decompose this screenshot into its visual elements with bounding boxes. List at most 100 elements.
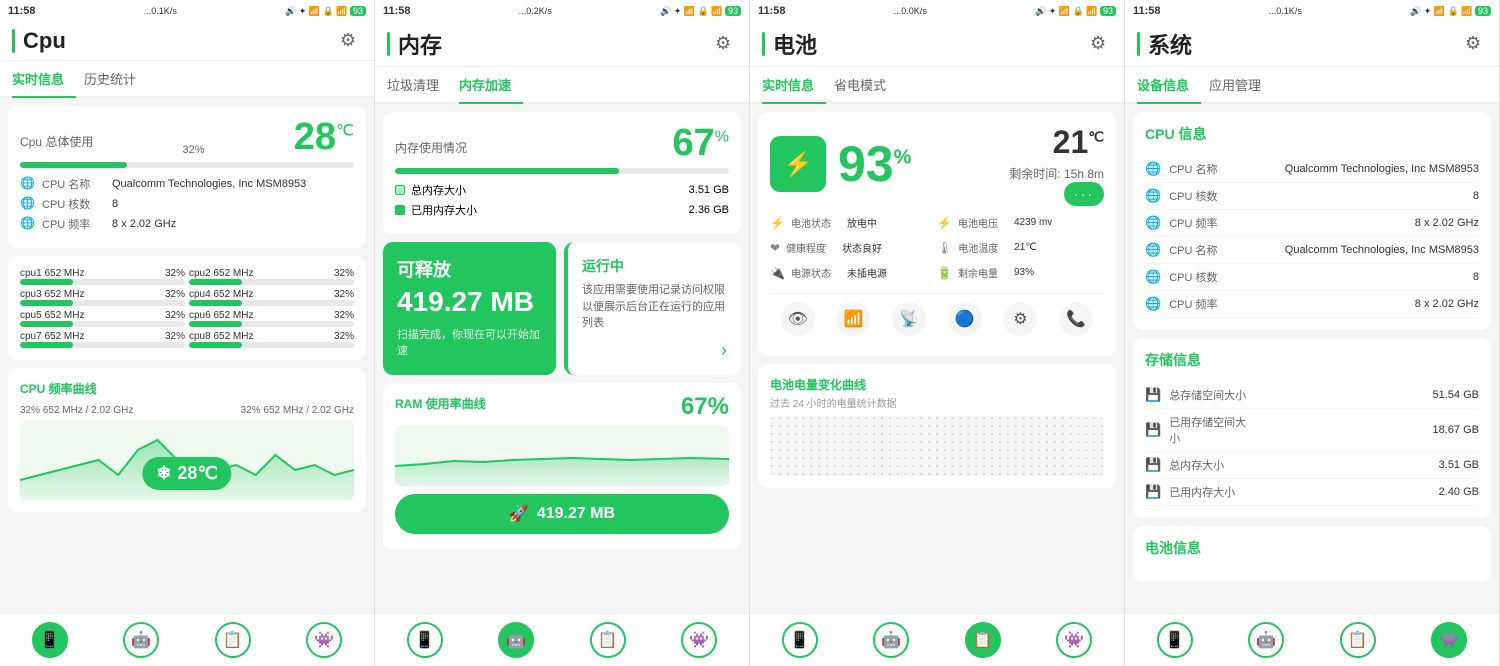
nav-cpu-cpu[interactable]: 🤖 bbox=[123, 622, 159, 658]
sys-cpu-row-0: 🌐 CPU 名称 Qualcomm Technologies, Inc MSM8… bbox=[1145, 156, 1479, 183]
sys-signal: ...0.1K/s bbox=[1269, 6, 1302, 16]
bat-more-btn[interactable]: ··· bbox=[1064, 182, 1104, 206]
cpu-info-value-1: 8 bbox=[112, 198, 354, 210]
cpu-info-row-0: 🌐 CPU 名称 Qualcomm Technologies, Inc MSM8… bbox=[20, 176, 354, 192]
nav-home-mem[interactable]: 📱 bbox=[407, 622, 443, 658]
cpu-time: 11:58 bbox=[8, 5, 36, 17]
nav-home-sys[interactable]: 📱 bbox=[1157, 622, 1193, 658]
cpu-content: Cpu 总体使用 32% 28℃ 🌐 CPU 名称 Qualcomm Techn… bbox=[0, 98, 374, 613]
accel-bottom-btn[interactable]: 🚀 419.27 MB bbox=[395, 494, 729, 534]
tab-realtime-cpu[interactable]: 实时信息 bbox=[12, 61, 76, 98]
mem-used-dot bbox=[395, 205, 405, 215]
nav-list-sys[interactable]: 📋 bbox=[1340, 622, 1376, 658]
cpu-usage-card: Cpu 总体使用 32% 28℃ 🌐 CPU 名称 Qualcomm Techn… bbox=[8, 106, 366, 248]
sys-storage-card: 存储信息 💾 总存储空间大小 51.54 GB 💾 已用存储空间大小 18.67… bbox=[1133, 338, 1491, 518]
sys-cpu-row-4: 🌐 CPU 核数 8 bbox=[1145, 264, 1479, 291]
mem-usage-pct: 67% bbox=[672, 124, 729, 162]
cpu-chart-area: ❄ 28℃ bbox=[20, 420, 354, 500]
bat-wifi-icon[interactable]: 📶 bbox=[836, 302, 870, 336]
running-title: 运行中 bbox=[582, 256, 727, 276]
bat-curve-area bbox=[770, 416, 1104, 476]
running-arrow[interactable]: › bbox=[721, 340, 727, 360]
bat-tabs: 实时信息 省电模式 bbox=[750, 67, 1124, 104]
mem-signal: ...0.2K/s bbox=[519, 6, 552, 16]
nav-settings-mem[interactable]: 👾 bbox=[681, 622, 717, 658]
core-item-2: cpu3 652 MHz32% bbox=[20, 289, 185, 306]
bat-title: 电池 bbox=[773, 28, 1090, 60]
bat-curve-title: 电池电量变化曲线 bbox=[770, 376, 1104, 393]
mem-green-bar bbox=[387, 32, 390, 56]
tab-device-sys[interactable]: 设备信息 bbox=[1137, 67, 1201, 104]
nav-settings-bat[interactable]: 👾 bbox=[1056, 622, 1092, 658]
bat-curve-card: 电池电量变化曲线 过去 24 小时的电量统计数据 bbox=[758, 364, 1116, 488]
system-panel: 11:58 ...0.1K/s 🔊 ✦ 📶 🔒 📶 93 系统 ⚙ 设备信息 应… bbox=[1125, 0, 1500, 666]
tab-realtime-bat[interactable]: 实时信息 bbox=[762, 67, 826, 104]
ram-chart-card: RAM 使用率曲线 67% 🚀 bbox=[383, 383, 741, 550]
chart-label-left: 32% 652 MHz / 2.02 GHz bbox=[20, 405, 133, 416]
nav-settings-cpu[interactable]: 👾 bbox=[306, 622, 342, 658]
sys-stor-row-0: 💾 总存储空间大小 51.54 GB bbox=[1145, 382, 1479, 409]
mem-total-item: 总内存大小 3.51 GB bbox=[395, 182, 729, 198]
bat-eye-icon[interactable]: 👁 bbox=[781, 302, 815, 336]
core-item-5: cpu6 652 MHz32% bbox=[189, 310, 354, 327]
core-item-6: cpu7 652 MHz32% bbox=[20, 331, 185, 348]
bat-row-3: 🌡 电池温度 21℃ bbox=[937, 237, 1104, 258]
mem-progress-fill bbox=[395, 168, 619, 174]
sys-tabs: 设备信息 应用管理 bbox=[1125, 67, 1499, 104]
bat-signal: ...0.0K/s bbox=[894, 6, 927, 16]
cpu-gear-icon[interactable]: ⚙ bbox=[340, 30, 362, 52]
mem-used-value: 2.36 GB bbox=[483, 204, 729, 216]
bat-gear2-icon[interactable]: ⚙ bbox=[1003, 302, 1037, 336]
ram-curve-area bbox=[395, 426, 729, 486]
bat-row-1: ⚡ 电池电压 4239 mv bbox=[937, 212, 1104, 233]
ram-pct: 67% bbox=[681, 395, 729, 419]
sys-stor-row-2: 💾 总内存大小 3.51 GB bbox=[1145, 452, 1479, 479]
nav-bat-bat[interactable]: 📋 bbox=[965, 622, 1001, 658]
tab-junk-mem[interactable]: 垃圾清理 bbox=[387, 67, 451, 104]
cpu-header: Cpu ⚙ bbox=[0, 22, 374, 61]
cpu-info-value-2: 8 x 2.02 GHz bbox=[112, 218, 354, 230]
mem-total-label: 总内存大小 bbox=[411, 182, 466, 198]
mem-running-card: 运行中 该应用需要使用记录访问权限以便展示后台正在运行的应用列表 › bbox=[564, 242, 741, 375]
bat-phone-icon[interactable]: 📞 bbox=[1059, 302, 1093, 336]
bat-bt-icon[interactable]: 🔵 bbox=[948, 302, 982, 336]
sys-gear-icon[interactable]: ⚙ bbox=[1465, 33, 1487, 55]
cpu-info-label-2: CPU 频率 bbox=[42, 216, 112, 232]
tab-apps-sys[interactable]: 应用管理 bbox=[1209, 67, 1273, 104]
nav-home-bat[interactable]: 📱 bbox=[782, 622, 818, 658]
memory-panel: 11:58 ...0.2K/s 🔊 ✦ 📶 🔒 📶 93 内存 ⚙ 垃圾清理 内… bbox=[375, 0, 750, 666]
nav-mem-mem[interactable]: 🤖 bbox=[498, 622, 534, 658]
core-item-7: cpu8 652 MHz32% bbox=[189, 331, 354, 348]
cpu-globe-icon-2: 🌐 bbox=[20, 216, 36, 232]
nav-cpu-sys[interactable]: 🤖 bbox=[1248, 622, 1284, 658]
sys-cpu-row-5: 🌐 CPU 频率 8 x 2.02 GHz bbox=[1145, 291, 1479, 318]
mem-content: 内存使用情况 67% 总内存大小 3.51 GB 已用内存大小 2.36 GB … bbox=[375, 104, 749, 613]
tab-accel-mem[interactable]: 内存加速 bbox=[459, 67, 523, 104]
bat-row-4: 🔌 电源状态 未插电源 bbox=[770, 262, 937, 283]
nav-list-mem[interactable]: 📋 bbox=[590, 622, 626, 658]
nav-settings-sys[interactable]: 👾 bbox=[1431, 622, 1467, 658]
mem-gear-icon[interactable]: ⚙ bbox=[715, 33, 737, 55]
nav-home-cpu[interactable]: 📱 bbox=[32, 622, 68, 658]
bat-signal-icon[interactable]: 📡 bbox=[892, 302, 926, 336]
core-item-4: cpu5 652 MHz32% bbox=[20, 310, 185, 327]
mem-time: 11:58 bbox=[383, 5, 411, 17]
cpu-globe-icon-0: 🌐 bbox=[20, 176, 36, 192]
sys-battery-title: 电池信息 bbox=[1145, 538, 1479, 562]
temp-badge: ❄ 28℃ bbox=[142, 457, 231, 490]
cpu-globe-icon-1: 🌐 bbox=[20, 196, 36, 212]
sys-cpu-row-1: 🌐 CPU 核数 8 bbox=[1145, 183, 1479, 210]
mem-total-value: 3.51 GB bbox=[472, 184, 729, 196]
cpu-panel: 11:58 ...0.1K/s 🔊 ✦ 📶 🔒 📶 93 Cpu ⚙ 实时信息 … bbox=[0, 0, 375, 666]
mem-tabs: 垃圾清理 内存加速 bbox=[375, 67, 749, 104]
tab-power-bat[interactable]: 省电模式 bbox=[834, 67, 898, 104]
nav-list-cpu[interactable]: 📋 bbox=[215, 622, 251, 658]
bat-time: 11:58 bbox=[758, 5, 786, 17]
tab-history-cpu[interactable]: 历史统计 bbox=[84, 61, 148, 98]
bat-gear-icon[interactable]: ⚙ bbox=[1090, 33, 1112, 55]
nav-cpu-bat[interactable]: 🤖 bbox=[873, 622, 909, 658]
sys-stor-row-1: 💾 已用存储空间大小 18.67 GB bbox=[1145, 409, 1479, 452]
cpu-chart-title: CPU 频率曲线 bbox=[20, 380, 354, 397]
mem-accel-card: 可释放 419.27 MB 扫描完成，你现在可以开始加速 bbox=[383, 242, 556, 375]
cpu-bottom-nav: 📱 🤖 📋 👾 bbox=[0, 613, 374, 666]
